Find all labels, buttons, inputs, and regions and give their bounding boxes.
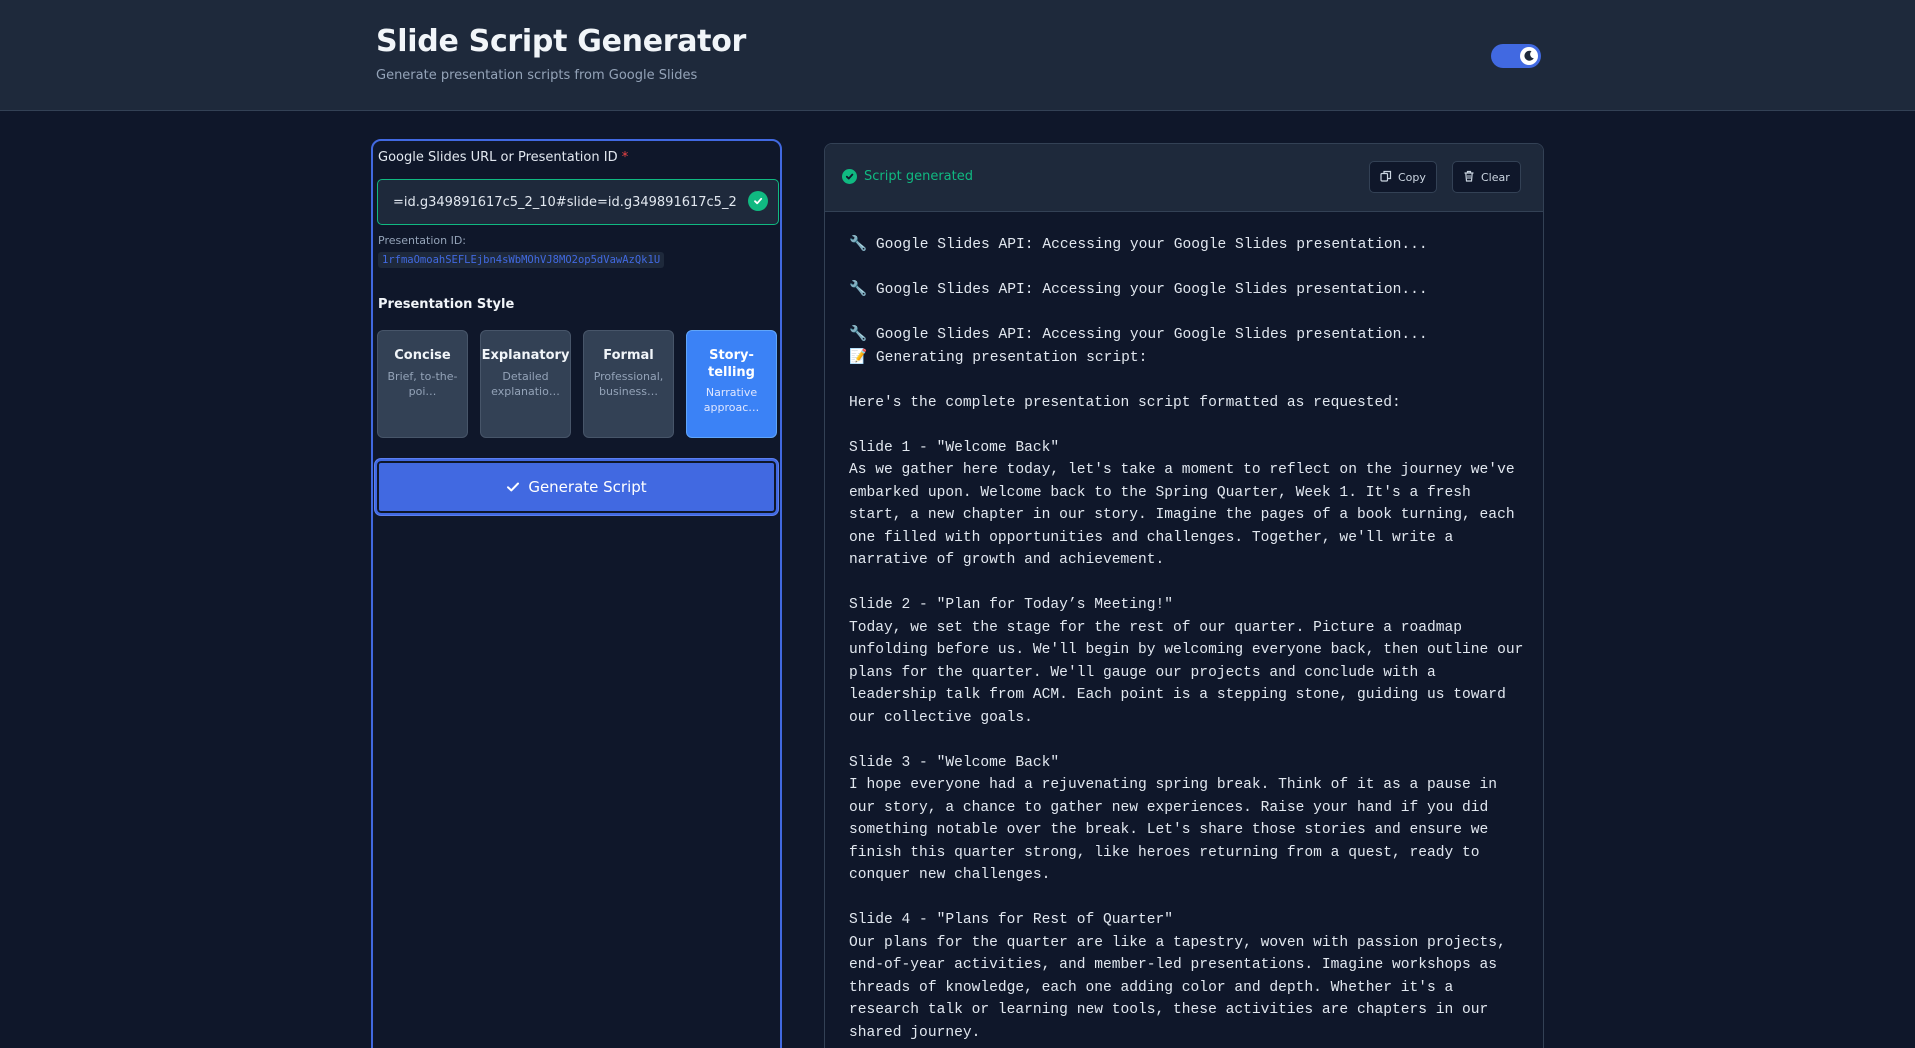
presentation-id-value: 1rfmaOmoahSEFLEjbn4sWbMOhVJ8MO2op5dVawAz… xyxy=(378,252,665,268)
output-panel: Script generated Copy Clear 🔧 Google Sli… xyxy=(824,143,1544,1048)
page-title: Slide Script Generator xyxy=(376,24,747,59)
check-icon xyxy=(506,478,520,497)
style-option-desc: Detailed explanatio… xyxy=(491,370,560,398)
style-option-title: Explanatory xyxy=(481,348,570,363)
style-option-desc: Brief, to-the-poi… xyxy=(387,370,458,398)
input-panel: Google Slides URL or Presentation ID * P… xyxy=(371,139,782,1048)
clear-button[interactable]: Clear xyxy=(1452,161,1521,193)
url-field xyxy=(377,179,779,225)
script-output: 🔧 Google Slides API: Accessing your Goog… xyxy=(849,237,1524,1041)
presentation-id-label: Presentation ID: xyxy=(378,234,466,247)
copy-label: Copy xyxy=(1398,170,1426,184)
check-circle-icon xyxy=(842,169,857,184)
clear-label: Clear xyxy=(1481,170,1510,184)
style-option-desc: Narrative approac… xyxy=(703,386,760,414)
generate-script-label: Generate Script xyxy=(528,478,647,496)
url-input[interactable] xyxy=(378,180,778,224)
generate-script-button[interactable]: Generate Script xyxy=(375,459,778,515)
trash-icon xyxy=(1463,170,1475,185)
status-text: Script generated xyxy=(864,169,973,184)
style-option-concise[interactable]: Concise Brief, to-the-poi… xyxy=(377,330,468,438)
theme-toggle[interactable] xyxy=(1491,44,1541,68)
style-option-explanatory[interactable]: Explanatory Detailed explanatio… xyxy=(480,330,571,438)
required-mark: * xyxy=(621,150,629,165)
status-badge: Script generated xyxy=(842,169,973,184)
style-option-desc: Professional, business… xyxy=(593,370,664,398)
style-section-label: Presentation Style xyxy=(378,297,515,312)
app-header: Slide Script Generator Generate presenta… xyxy=(0,0,1915,111)
copy-button[interactable]: Copy xyxy=(1369,161,1437,193)
style-option-title: Formal xyxy=(603,348,654,363)
copy-icon xyxy=(1380,170,1392,185)
style-option-title: Concise xyxy=(394,348,451,363)
style-option-formal[interactable]: Formal Professional, business… xyxy=(583,330,674,438)
style-option-storytelling[interactable]: Story-telling Narrative approac… xyxy=(686,330,777,438)
output-toolbar: Script generated Copy Clear xyxy=(825,144,1543,212)
check-circle-icon xyxy=(748,191,768,211)
url-label: Google Slides URL or Presentation ID * xyxy=(378,150,629,165)
moon-icon xyxy=(1520,47,1538,65)
page-subtitle: Generate presentation scripts from Googl… xyxy=(376,68,698,83)
style-option-title: Story-telling xyxy=(708,348,755,380)
